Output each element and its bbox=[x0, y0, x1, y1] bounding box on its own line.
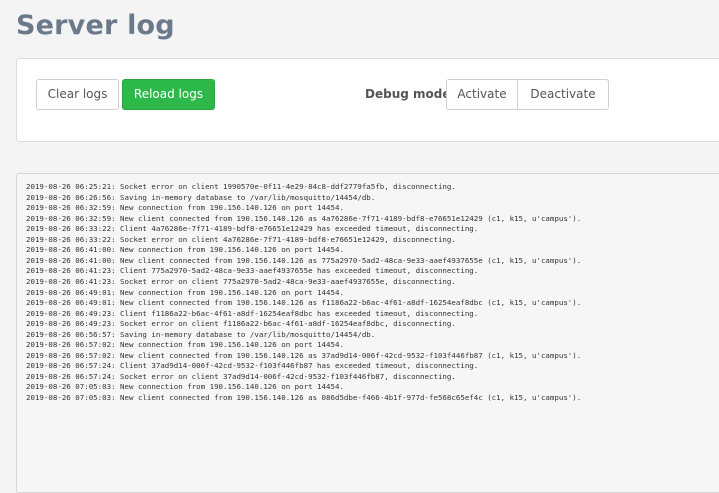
log-line: 2019-08-26 06:41:23: Socket error on cli… bbox=[26, 276, 456, 286]
log-line: 2019-08-26 06:25:21: Socket error on cli… bbox=[26, 182, 456, 191]
log-line: 2019-08-26 06:26:56: Saving in-memory da… bbox=[26, 192, 376, 202]
log-line: 2019-08-26 06:33:22: Client 4a76286e-7f7… bbox=[26, 224, 479, 234]
log-line: 2019-08-26 06:56:57: Saving in-memory da… bbox=[26, 329, 376, 339]
log-line: 2019-08-26 06:41:00: New connection from… bbox=[26, 245, 344, 255]
log-line: 2019-08-26 07:05:03: New connection from… bbox=[26, 382, 344, 392]
log-line: 2019-08-26 06:32:59: New connection from… bbox=[26, 203, 344, 213]
deactivate-debug-button[interactable]: Deactivate bbox=[517, 79, 609, 110]
log-line: 2019-08-26 06:57:02: New client connecte… bbox=[26, 350, 582, 360]
log-line: 2019-08-26 06:32:59: New client connecte… bbox=[26, 213, 582, 223]
log-line: 2019-08-26 06:41:23: Client 775a2970-5ad… bbox=[26, 266, 479, 276]
reload-logs-button[interactable]: Reload logs bbox=[122, 79, 215, 110]
log-line: 2019-08-26 06:57:02: New connection from… bbox=[26, 340, 344, 350]
log-line: 2019-08-26 06:49:23: Socket error on cli… bbox=[26, 319, 456, 329]
log-line: 2019-08-26 06:33:22: Socket error on cli… bbox=[26, 234, 456, 244]
page-title: Server log bbox=[16, 10, 175, 41]
log-line: 2019-08-26 06:57:24: Socket error on cli… bbox=[26, 371, 456, 381]
log-line: 2019-08-26 07:05:03: New client connecte… bbox=[26, 393, 582, 402]
clear-logs-button[interactable]: Clear logs bbox=[36, 79, 119, 110]
debug-mode-label: Debug mode bbox=[365, 87, 451, 101]
log-line: 2019-08-26 06:57:24: Client 37ad9d14-006… bbox=[26, 361, 479, 371]
log-line: 2019-08-26 06:49:01: New connection from… bbox=[26, 287, 344, 297]
activate-debug-button[interactable]: Activate bbox=[446, 79, 518, 110]
log-line: 2019-08-26 06:49:01: New client connecte… bbox=[26, 298, 582, 308]
log-line: 2019-08-26 06:41:00: New client connecte… bbox=[26, 255, 582, 265]
log-line: 2019-08-26 06:49:23: Client f1186a22-b6a… bbox=[26, 308, 479, 318]
log-output[interactable]: 2019-08-26 06:25:21: Socket error on cli… bbox=[16, 173, 719, 493]
toolbar-panel: Clear logs Reload logs Debug mode Activa… bbox=[16, 58, 719, 142]
